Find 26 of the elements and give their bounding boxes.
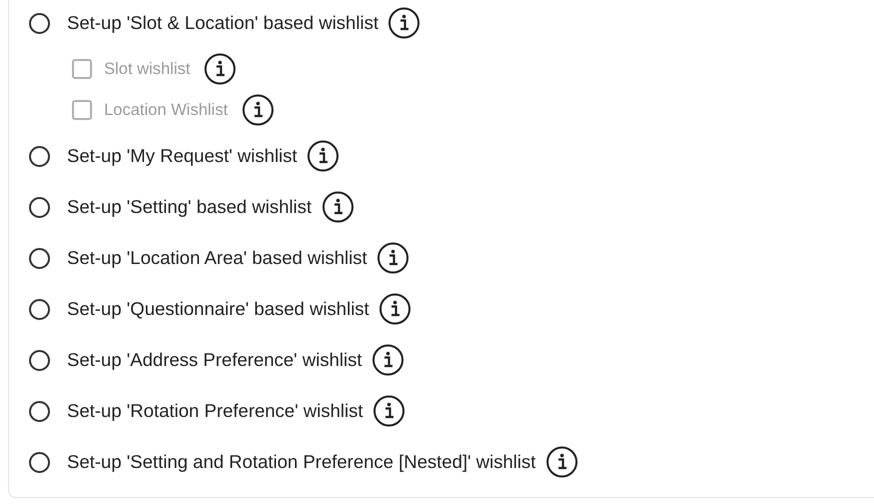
option-label[interactable]: Set-up 'My Request' wishlist (67, 145, 298, 167)
info-icon[interactable] (388, 7, 420, 39)
option-label[interactable]: Set-up 'Location Area' based wishlist (67, 247, 368, 269)
info-icon[interactable] (204, 53, 236, 85)
info-icon[interactable] (307, 140, 340, 172)
radio-button[interactable] (29, 196, 50, 218)
radio-button[interactable] (29, 146, 50, 166)
option-label[interactable]: Set-up 'Address Preference' wishlist (67, 349, 362, 371)
option-label[interactable]: Set-up 'Setting and Rotation Preference [Nested]' wishlist (67, 451, 536, 473)
radio-button[interactable] (29, 248, 50, 268)
radio-button[interactable] (29, 400, 50, 422)
radio-button[interactable] (29, 12, 50, 34)
info-icon[interactable] (322, 191, 354, 223)
radio-button[interactable] (29, 452, 50, 472)
info-icon[interactable] (242, 94, 274, 126)
info-icon[interactable] (373, 395, 406, 427)
option-label[interactable]: Set-up 'Setting' based wishlist (67, 196, 312, 218)
option-label[interactable]: Set-up 'Rotation Preference' wishlist (67, 400, 364, 422)
info-icon[interactable] (546, 446, 578, 478)
info-icon[interactable] (379, 293, 412, 325)
option-label[interactable]: Set-up 'Slot & Location' based wishlist (67, 12, 378, 34)
info-icon[interactable] (377, 242, 410, 274)
info-icon[interactable] (372, 344, 404, 376)
option-label[interactable]: Set-up 'Questionnaire' based wishlist (67, 298, 370, 320)
radio-button[interactable] (29, 350, 50, 370)
radio-button[interactable] (29, 298, 50, 320)
